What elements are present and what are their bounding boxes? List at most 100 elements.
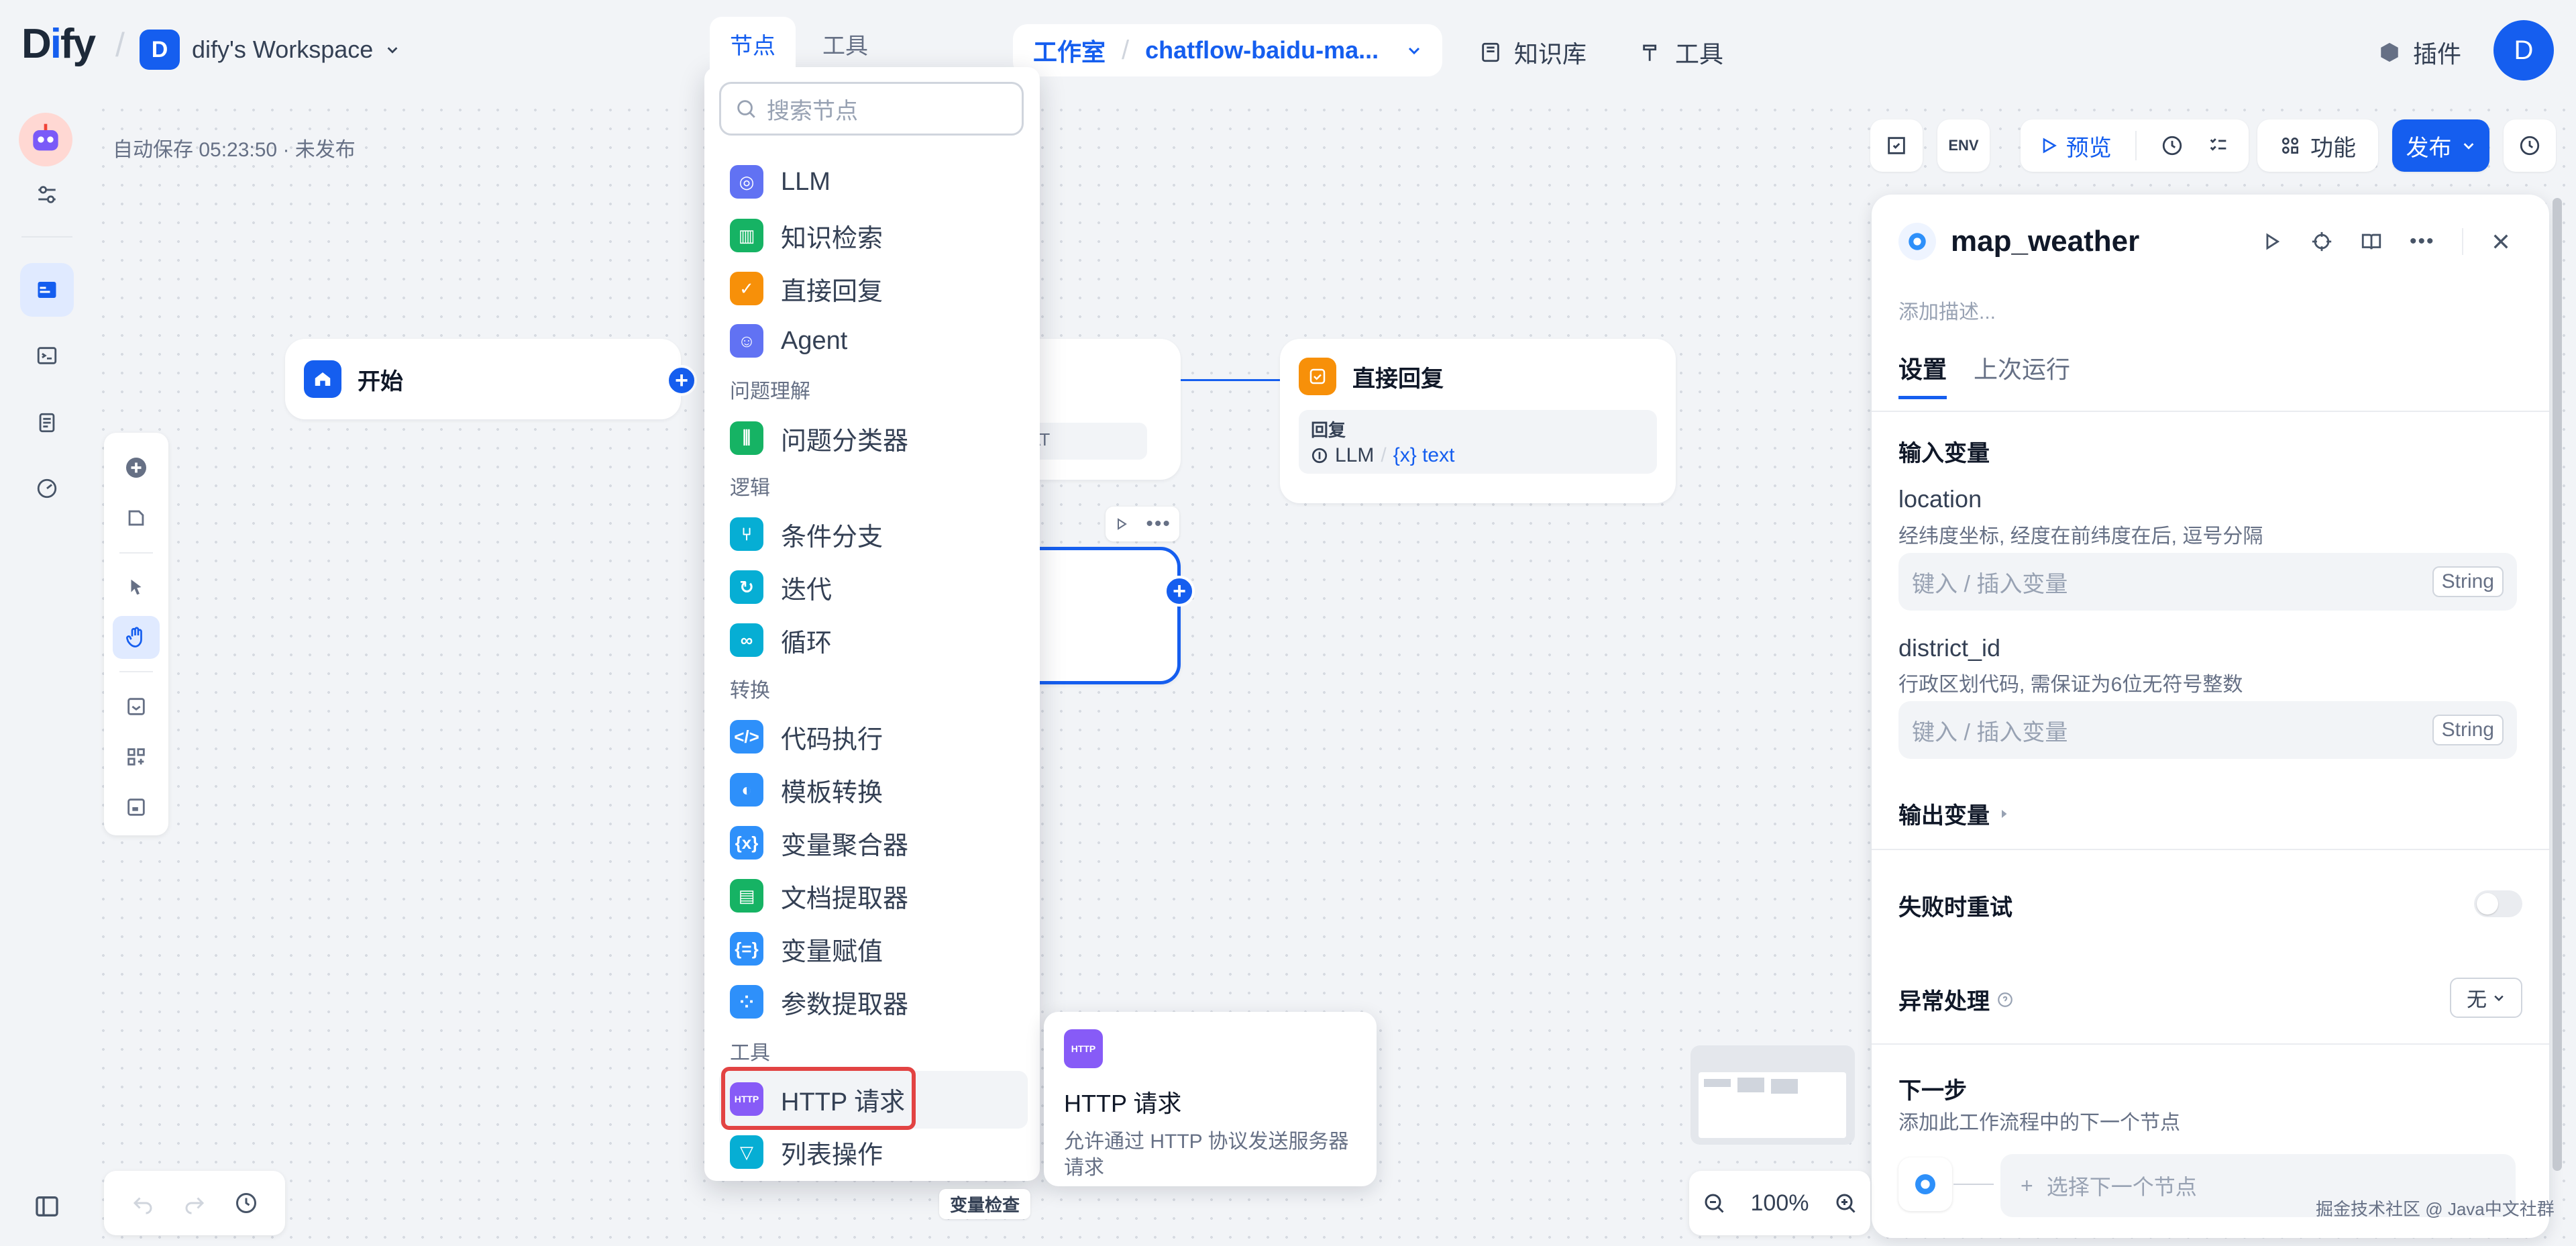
export-image-icon[interactable]: [113, 684, 160, 728]
more-icon[interactable]: •••: [2410, 230, 2435, 253]
zoom-out-icon[interactable]: [1702, 1191, 1726, 1215]
filter-icon: ▽: [730, 1135, 763, 1169]
node-item-llm[interactable]: ◎ LLM: [730, 158, 830, 206]
locate-icon[interactable]: [2310, 230, 2333, 253]
add-node-icon[interactable]: [113, 446, 160, 490]
nav-knowledge[interactable]: 知识库: [1479, 35, 1587, 70]
run-history-icon[interactable]: [2161, 134, 2184, 157]
var-location-input[interactable]: 键入 / 插入变量 String: [1898, 553, 2517, 611]
organize-blocks-icon[interactable]: [113, 735, 160, 778]
node-item-knowledge-retrieval[interactable]: ▥ 知识检索: [730, 211, 883, 260]
node-item-variable-aggregator[interactable]: {x} 变量聚合器: [730, 819, 908, 867]
help-icon[interactable]: [1996, 991, 2014, 1008]
divider: /: [115, 26, 125, 64]
undo-icon[interactable]: [131, 1191, 155, 1215]
preview-button[interactable]: 预览: [2039, 129, 2112, 162]
dify-logo[interactable]: Dify: [21, 20, 96, 68]
play-icon[interactable]: [1114, 516, 1130, 532]
hammer-icon: [1643, 44, 1657, 61]
redo-icon[interactable]: [182, 1191, 207, 1215]
minimap[interactable]: [1690, 1045, 1855, 1145]
close-icon[interactable]: [2490, 231, 2512, 252]
node-item-code[interactable]: </> 代码执行: [730, 713, 883, 761]
node-quick-actions: •••: [1106, 507, 1179, 541]
panel-scrollbar[interactable]: [2553, 198, 2562, 1171]
node-item-parameter-extractor[interactable]: ⁘ 参数提取器: [730, 978, 908, 1026]
orchestrate-icon[interactable]: [20, 263, 74, 317]
node-item-answer[interactable]: ✓ 直接回复: [730, 264, 883, 313]
retry-on-failure-label: 失败时重试: [1898, 895, 2012, 921]
answer-node[interactable]: 直接回复 回复 LLM / {x} text: [1280, 339, 1676, 503]
node-item-label: 变量聚合器: [781, 831, 909, 860]
var-district-id-input[interactable]: 键入 / 插入变量 String: [1898, 701, 2517, 759]
nav-plugins[interactable]: 插件: [2378, 35, 2461, 70]
tab-settings[interactable]: 设置: [1898, 350, 1947, 399]
variable-inspect-button[interactable]: 变量检查: [939, 1189, 1031, 1219]
node-tooltip: HTTP HTTP 请求 允许通过 HTTP 协议发送服务器请求: [1044, 1012, 1377, 1186]
node-item-template[interactable]: ◐ 模板转换: [730, 766, 883, 814]
node-settings-panel: map_weather ••• 添加描述... 设置 上次运行 输入变量 loc…: [1872, 195, 2549, 1238]
panel-title[interactable]: map_weather: [1951, 225, 2139, 258]
node-item-question-classifier[interactable]: ⫼ 问题分类器: [730, 414, 908, 462]
nav-tools[interactable]: 工具: [1640, 35, 1723, 70]
version-history-icon[interactable]: [2504, 119, 2556, 172]
var-district-id-placeholder: 键入 / 插入变量: [1912, 719, 2068, 745]
grid-icon: ⁘: [730, 985, 763, 1019]
app-breadcrumb[interactable]: 工作室 / chatflow-baidu-ma...: [1013, 24, 1442, 76]
terminal-icon[interactable]: [20, 329, 74, 382]
pointer-icon[interactable]: [113, 566, 160, 609]
minimap-toggle-icon[interactable]: [113, 785, 160, 829]
checklist-icon[interactable]: [2207, 134, 2230, 157]
start-node[interactable]: 开始: [285, 339, 681, 419]
node-item-label: 文档提取器: [781, 884, 909, 913]
node-item-if-else[interactable]: ⑂ 条件分支: [730, 510, 883, 558]
node-item-iteration[interactable]: ↻ 迭代: [730, 563, 832, 611]
branch-icon: ⑂: [730, 517, 763, 551]
http-icon: HTTP: [1064, 1029, 1103, 1068]
zoom-in-icon[interactable]: [1833, 1191, 1858, 1215]
node-item-doc-extractor[interactable]: ▤ 文档提取器: [730, 872, 908, 920]
features-button[interactable]: 功能: [2257, 119, 2378, 172]
monitor-gauge-icon[interactable]: [20, 462, 74, 515]
variable-icon: {x}: [730, 826, 763, 860]
sidebar-toggle-icon[interactable]: [20, 1180, 74, 1233]
publish-button[interactable]: 发布: [2392, 119, 2489, 172]
node-item-variable-assigner[interactable]: {=} 变量赋值: [730, 925, 883, 973]
breadcrumb-studio[interactable]: 工作室: [1033, 33, 1106, 68]
node-search-input[interactable]: 搜索节点: [719, 82, 1024, 136]
checklist-expand-icon[interactable]: [1870, 119, 1923, 172]
play-icon[interactable]: [2261, 230, 2284, 253]
node-item-label: 模板转换: [781, 778, 883, 807]
tab-nodes[interactable]: 节点: [710, 17, 796, 70]
user-avatar[interactable]: D: [2493, 20, 2554, 81]
workspace-switcher[interactable]: D dify's Workspace: [140, 30, 400, 70]
error-handling-select[interactable]: 无: [2450, 978, 2522, 1018]
tab-last-run[interactable]: 上次运行: [1974, 350, 2070, 399]
output-variables-toggle[interactable]: 输出变量: [1898, 797, 2010, 830]
add-note-icon[interactable]: [113, 497, 160, 540]
retry-toggle[interactable]: [2474, 890, 2522, 917]
logs-icon[interactable]: [20, 396, 74, 450]
zoom-level[interactable]: 100%: [1751, 1190, 1809, 1216]
iteration-icon: ↻: [730, 570, 763, 604]
description-input[interactable]: 添加描述...: [1898, 295, 1996, 325]
node-item-agent[interactable]: ☺ Agent: [730, 317, 847, 365]
more-icon[interactable]: •••: [1146, 513, 1171, 535]
app-icon[interactable]: [19, 113, 72, 166]
tab-tools[interactable]: 工具: [802, 17, 888, 70]
zoom-controls: 100%: [1689, 1171, 1870, 1235]
node-item-list-operator[interactable]: ▽ 列表操作: [730, 1128, 883, 1176]
code-icon: </>: [730, 720, 763, 754]
llm-icon: ◎: [730, 165, 763, 199]
history-icon[interactable]: [234, 1191, 258, 1215]
node-item-label: 参数提取器: [781, 990, 909, 1019]
node-item-loop[interactable]: ∞ 循环: [730, 616, 832, 664]
hand-icon[interactable]: [113, 615, 160, 660]
start-node-add-handle[interactable]: +: [666, 365, 697, 396]
book-open-icon[interactable]: [2360, 230, 2383, 253]
settings-sliders-icon[interactable]: [20, 168, 74, 221]
env-button[interactable]: ENV: [1937, 119, 1990, 172]
tool-node-add-handle[interactable]: +: [1164, 576, 1195, 607]
chevron-down-icon: [2494, 995, 2504, 1002]
breadcrumb-app-name[interactable]: chatflow-baidu-ma...: [1145, 36, 1379, 64]
